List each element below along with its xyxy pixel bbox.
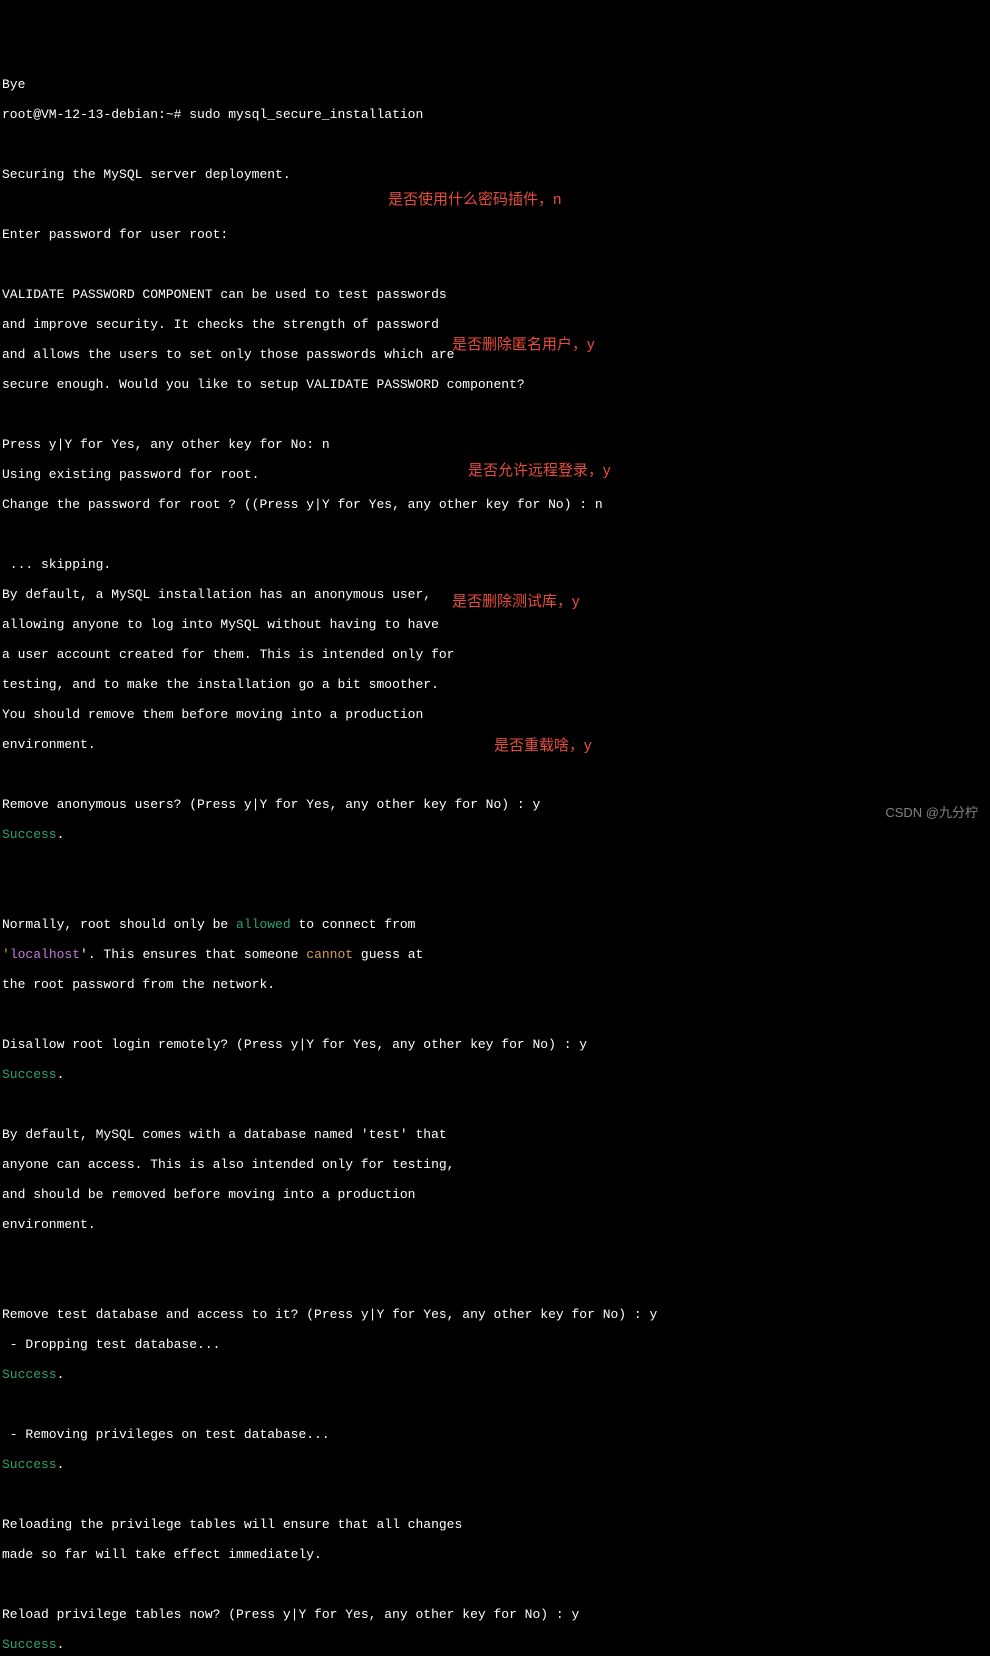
success-line: Success. [2,1637,988,1652]
annotation-reload: 是否重载啥，y [494,738,592,753]
terminal-output: Bye root@VM-12-13-debian:~# sudo mysql_s… [2,62,988,1656]
dropping-line: - Dropping test database... [2,1337,988,1352]
watermark: CSDN @九分柠 [885,805,978,820]
success-line: Success. [2,1067,988,1082]
success-line: Success. [2,1367,988,1382]
validate-text: VALIDATE PASSWORD COMPONENT can be used … [2,287,988,302]
reload-text: made so far will take effect immediately… [2,1547,988,1562]
testdb-text: By default, MySQL comes with a database … [2,1127,988,1142]
anon-text: You should remove them before moving int… [2,707,988,722]
remove-anon: Remove anonymous users? (Press y|Y for Y… [2,797,988,812]
annotation-remove-testdb: 是否删除测试库，y [452,594,580,609]
annotation-remove-anon: 是否删除匿名用户，y [452,337,595,352]
disallow-line: Disallow root login remotely? (Press y|Y… [2,1037,988,1052]
testdb-text: and should be removed before moving into… [2,1187,988,1202]
anon-text: a user account created for them. This is… [2,647,988,662]
skipping: ... skipping. [2,557,988,572]
prompt-line: root@VM-12-13-debian:~# sudo mysql_secur… [2,107,988,122]
change-pw: Change the password for root ? ((Press y… [2,497,988,512]
reload-now: Reload privilege tables now? (Press y|Y … [2,1607,988,1622]
enter-password: Enter password for user root: [2,227,988,242]
normally-line: Normally, root should only be allowed to… [2,917,988,932]
localhost-line: 'localhost'. This ensures that someone c… [2,947,988,962]
annotation-password-plugin: 是否使用什么密码插件，n [388,192,561,207]
annotation-remote-login: 是否允许远程登录，y [468,463,611,478]
validate-text: secure enough. Would you like to setup V… [2,377,988,392]
normally-line: the root password from the network. [2,977,988,992]
remove-test: Remove test database and access to it? (… [2,1307,988,1322]
press-yn: Press y|Y for Yes, any other key for No:… [2,437,988,452]
securing-line: Securing the MySQL server deployment. [2,167,988,182]
reload-text: Reloading the privilege tables will ensu… [2,1517,988,1532]
testdb-text: environment. [2,1217,988,1232]
line-bye: Bye [2,77,988,92]
success-line: Success. [2,1457,988,1472]
testdb-text: anyone can access. This is also intended… [2,1157,988,1172]
anon-text: testing, and to make the installation go… [2,677,988,692]
validate-text: and improve security. It checks the stre… [2,317,988,332]
success-line: Success. [2,827,988,842]
anon-text: allowing anyone to log into MySQL withou… [2,617,988,632]
removing-priv: - Removing privileges on test database..… [2,1427,988,1442]
